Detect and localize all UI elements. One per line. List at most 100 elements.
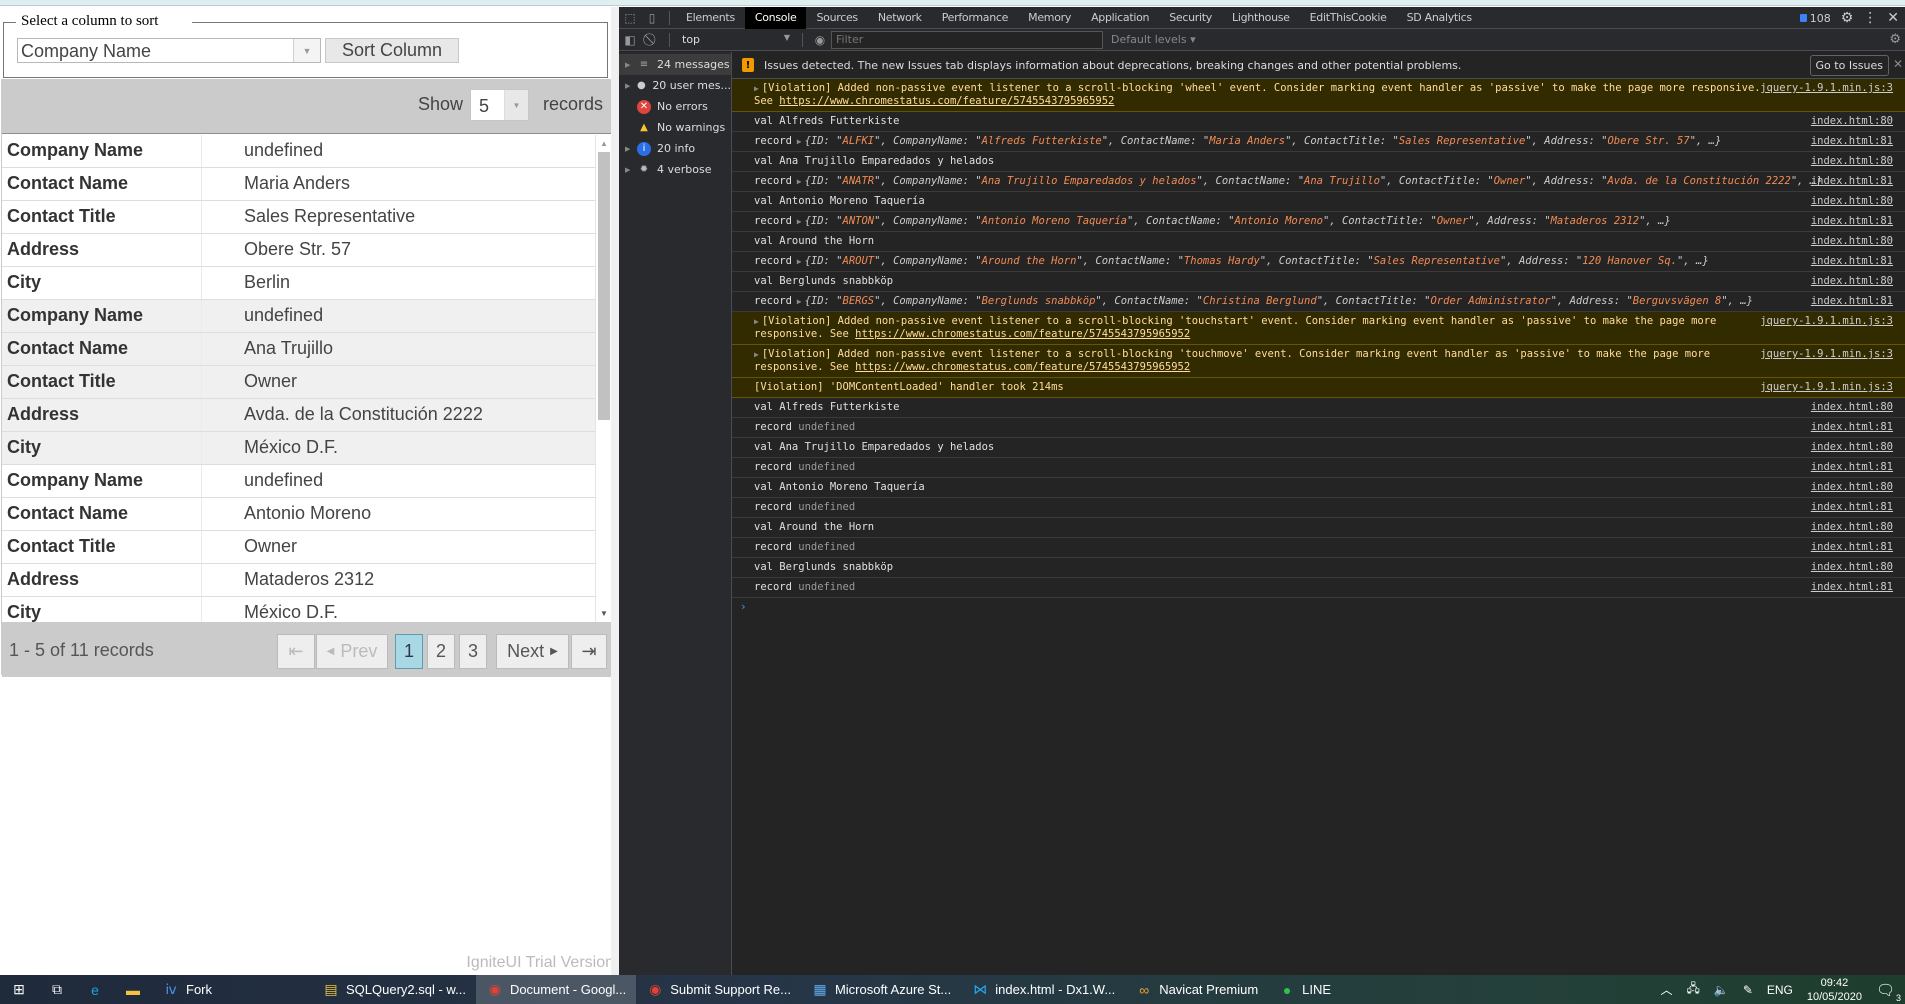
log-levels-dropdown[interactable]: Default levels ▾: [1111, 33, 1196, 46]
context-select[interactable]: top ▼: [676, 33, 796, 46]
grid-row[interactable]: Contact Title Owner: [2, 366, 595, 399]
object-preview[interactable]: {ID: "ANTON", CompanyName: "Antonio More…: [805, 215, 1671, 227]
grid-row[interactable]: Address Mataderos 2312: [2, 564, 595, 597]
grid-row[interactable]: Address Obere Str. 57: [2, 234, 595, 267]
expand-triangle-icon[interactable]: ▶: [625, 61, 631, 69]
message-link[interactable]: https://www.chromestatus.com/feature/574…: [855, 361, 1190, 373]
taskbar-app[interactable]: ∞ Navicat Premium: [1125, 975, 1268, 1004]
source-link[interactable]: jquery-1.9.1.min.js:3: [1760, 381, 1893, 394]
taskbar-app[interactable]: ⧉: [38, 975, 76, 1004]
grid-row[interactable]: Company Name undefined: [2, 135, 595, 168]
source-link[interactable]: index.html:81: [1811, 175, 1893, 188]
tab-lighthouse[interactable]: Lighthouse: [1222, 7, 1300, 29]
taskbar-app[interactable]: ● LINE: [1268, 975, 1341, 1004]
go-to-issues-button[interactable]: Go to Issues: [1809, 55, 1889, 76]
expand-triangle-icon[interactable]: ▶: [792, 297, 802, 306]
taskbar-app[interactable]: e: [76, 975, 114, 1004]
object-preview[interactable]: {ID: "ALFKI", CompanyName: "Alfreds Futt…: [805, 135, 1722, 147]
message-link[interactable]: https://www.chromestatus.com/feature/574…: [779, 95, 1114, 107]
message-link[interactable]: https://www.chromestatus.com/feature/574…: [855, 328, 1190, 340]
more-options-icon[interactable]: ⋮: [1863, 10, 1877, 26]
column-select[interactable]: Company Name ▼: [17, 38, 321, 63]
source-link[interactable]: index.html:80: [1811, 235, 1893, 248]
source-link[interactable]: index.html:81: [1811, 135, 1893, 148]
device-toolbar-icon[interactable]: ▯: [641, 7, 663, 29]
first-page-button[interactable]: ⇤: [277, 634, 315, 669]
source-link[interactable]: jquery-1.9.1.min.js:3: [1760, 348, 1893, 361]
inspect-element-icon[interactable]: ⬚: [619, 7, 641, 29]
network-icon[interactable]: 🖧: [1686, 979, 1699, 1000]
expand-triangle-icon[interactable]: ▶: [754, 350, 759, 359]
tab-console[interactable]: Console: [744, 6, 807, 29]
object-preview[interactable]: {ID: "ANATR", CompanyName: "Ana Trujillo…: [805, 175, 1823, 187]
object-preview[interactable]: {ID: "AROUT", CompanyName: "Around the H…: [805, 255, 1709, 267]
column-select-value[interactable]: Company Name: [18, 39, 293, 62]
live-expression-eye-icon[interactable]: ◉: [809, 29, 831, 51]
tab-sd-analytics[interactable]: SD Analytics: [1397, 7, 1482, 29]
source-link[interactable]: jquery-1.9.1.min.js:3: [1760, 82, 1893, 95]
source-link[interactable]: index.html:81: [1811, 461, 1893, 474]
show-hidden-icons-chevron-icon[interactable]: ︿: [1660, 981, 1672, 998]
volume-icon[interactable]: 🔈: [1714, 983, 1729, 997]
taskbar-app[interactable]: ⊞: [0, 975, 38, 1004]
grid-row[interactable]: Contact Title Sales Representative: [2, 201, 595, 234]
expand-triangle-icon[interactable]: ▶: [754, 84, 759, 93]
source-link[interactable]: index.html:80: [1811, 275, 1893, 288]
source-link[interactable]: index.html:81: [1811, 541, 1893, 554]
message-count-badge[interactable]: 108: [1799, 12, 1831, 25]
language-indicator[interactable]: ENG: [1767, 983, 1793, 997]
source-link[interactable]: index.html:81: [1811, 421, 1893, 434]
grid-row[interactable]: City México D.F.: [2, 432, 595, 465]
source-link[interactable]: index.html:81: [1811, 295, 1893, 308]
expand-triangle-icon[interactable]: ▶: [792, 137, 802, 146]
chevron-down-icon[interactable]: ▼: [504, 90, 528, 120]
taskbar-app[interactable]: ◉ Document - Googl...: [475, 975, 637, 1004]
source-link[interactable]: index.html:80: [1811, 441, 1893, 454]
sort-column-button[interactable]: Sort Column: [325, 38, 459, 63]
close-icon[interactable]: ✕: [1893, 57, 1903, 71]
source-link[interactable]: index.html:80: [1811, 195, 1893, 208]
taskbar-app[interactable]: ◉ Submit Support Re...: [636, 975, 801, 1004]
source-link[interactable]: index.html:80: [1811, 401, 1893, 414]
page-button-2[interactable]: 2: [427, 634, 455, 669]
sidebar-item[interactable]: ▶ ✹ 4 verbose: [619, 159, 731, 180]
sidebar-item[interactable]: ✕ No errors: [619, 96, 731, 117]
tab-editthiscookie[interactable]: EditThisCookie: [1300, 7, 1397, 29]
clear-console-icon[interactable]: ⃠: [641, 29, 663, 51]
sidebar-item[interactable]: ▶ i 20 info: [619, 138, 731, 159]
grid-row[interactable]: Contact Name Ana Trujillo: [2, 333, 595, 366]
tab-network[interactable]: Network: [868, 7, 932, 29]
grid-row[interactable]: Address Avda. de la Constitución 2222: [2, 399, 595, 432]
taskbar-app[interactable]: ▬: [114, 975, 152, 1004]
close-devtools-icon[interactable]: ✕: [1887, 10, 1899, 26]
tab-performance[interactable]: Performance: [932, 7, 1018, 29]
scroll-up-icon[interactable]: ▲: [600, 139, 608, 148]
console-filter-input[interactable]: [831, 30, 1103, 49]
source-link[interactable]: index.html:80: [1811, 481, 1893, 494]
grid-row[interactable]: Contact Name Maria Anders: [2, 168, 595, 201]
sidebar-item[interactable]: ▶ ≡ 24 messages: [619, 54, 731, 75]
console-prompt[interactable]: ›: [732, 598, 1905, 615]
grid-row[interactable]: Contact Name Antonio Moreno: [2, 498, 595, 531]
sidebar-item[interactable]: ▲ No warnings: [619, 117, 731, 138]
expand-triangle-icon[interactable]: ▶: [792, 217, 802, 226]
taskbar-app[interactable]: ⋈ index.html - Dx1.W...: [961, 975, 1125, 1004]
grid-row[interactable]: Contact Title Owner: [2, 531, 595, 564]
source-link[interactable]: index.html:80: [1811, 561, 1893, 574]
pen-icon[interactable]: ✎: [1743, 983, 1753, 997]
sidebar-toggle-icon[interactable]: ◧: [619, 29, 641, 51]
grid-row[interactable]: City Berlin: [2, 267, 595, 300]
source-link[interactable]: index.html:81: [1811, 501, 1893, 514]
clock[interactable]: 09:42 10/05/2020: [1807, 976, 1862, 1004]
source-link[interactable]: index.html:80: [1811, 155, 1893, 168]
grid-scrollbar[interactable]: ▲ ▼: [595, 135, 612, 622]
expand-triangle-icon[interactable]: ▶: [754, 317, 759, 326]
source-link[interactable]: index.html:80: [1811, 115, 1893, 128]
expand-triangle-icon[interactable]: ▶: [625, 166, 631, 174]
scroll-down-icon[interactable]: ▼: [600, 609, 608, 618]
last-page-button[interactable]: ⇥: [571, 634, 607, 669]
source-link[interactable]: index.html:80: [1811, 521, 1893, 534]
tab-security[interactable]: Security: [1159, 7, 1222, 29]
page-size-select[interactable]: 5 ▼: [470, 89, 529, 121]
source-link[interactable]: jquery-1.9.1.min.js:3: [1760, 315, 1893, 328]
